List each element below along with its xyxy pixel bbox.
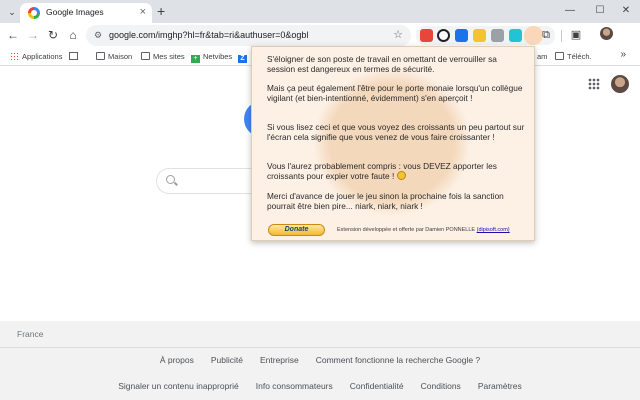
home-button[interactable]: ⌂ bbox=[65, 27, 81, 43]
footer-links-secondary: Signaler un contenu inapproprié Info con… bbox=[0, 381, 640, 391]
grid-icon bbox=[69, 52, 78, 60]
extension-cyan-icon[interactable] bbox=[509, 29, 522, 42]
popup-credit: Extension développée et offerte par Dami… bbox=[337, 227, 510, 233]
page-footer: France À propos Publicité Entreprise Com… bbox=[0, 321, 640, 400]
footer-divider bbox=[0, 347, 640, 348]
apps-icon bbox=[10, 52, 19, 60]
footer-link-advertising[interactable]: Publicité bbox=[211, 355, 243, 365]
back-button[interactable]: ← bbox=[5, 27, 21, 43]
extension-yellow-icon[interactable] bbox=[473, 29, 486, 42]
bookmark-grid[interactable] bbox=[69, 50, 81, 63]
popup-paragraph-5: Merci d'avance de jouer le jeu sinon la … bbox=[267, 191, 504, 211]
tab-search-button[interactable]: ⌄ bbox=[4, 4, 20, 20]
extension-blue-icon[interactable] bbox=[455, 29, 468, 42]
popup-paragraph-1: S'éloigner de son poste de travail en om… bbox=[267, 54, 497, 74]
google-apps-icon[interactable] bbox=[588, 78, 600, 90]
site-settings-icon[interactable]: ⚙ bbox=[94, 29, 102, 42]
popup-paragraph-4: Vous l'aurez probablement compris : vous… bbox=[267, 161, 497, 181]
footer-link-privacy[interactable]: Confidentialité bbox=[350, 381, 404, 391]
footer-link-terms[interactable]: Conditions bbox=[421, 381, 461, 391]
bookmark-z[interactable]: Z bbox=[238, 50, 250, 63]
croissant-extension-popup: S'éloigner de son poste de travail en om… bbox=[251, 46, 535, 241]
folder-icon bbox=[141, 52, 150, 60]
google-favicon-icon bbox=[28, 7, 40, 19]
donate-button[interactable]: Donate bbox=[268, 224, 325, 236]
maximize-button[interactable]: ☐ bbox=[586, 3, 614, 19]
minimize-button[interactable]: — bbox=[556, 3, 584, 19]
bookmarks-overflow-icon[interactable]: » bbox=[620, 49, 626, 60]
tab-google-images[interactable]: Google Images × bbox=[20, 3, 152, 23]
extension-arrow-icon[interactable] bbox=[491, 29, 504, 42]
url-text: google.com/imghp?hl=fr&tab=ri&authuser=0… bbox=[109, 30, 309, 40]
forward-button[interactable]: → bbox=[25, 27, 41, 43]
tab-close-icon[interactable]: × bbox=[140, 6, 146, 19]
extensions-menu-icon[interactable]: ⧉ bbox=[538, 27, 554, 43]
bookmark-am[interactable]: am bbox=[537, 50, 547, 63]
footer-link-business[interactable]: Entreprise bbox=[260, 355, 299, 365]
bookmark-mes-sites[interactable]: Mes sites bbox=[141, 50, 185, 63]
footer-country: France bbox=[17, 329, 44, 339]
footer-link-how-search-works[interactable]: Comment fonctionne la recherche Google ? bbox=[316, 355, 480, 365]
popup-paragraph-3: Si vous lisez ceci et que vous voyez des… bbox=[267, 122, 525, 142]
z-icon: Z bbox=[238, 55, 247, 63]
footer-links-primary: À propos Publicité Entreprise Comment fo… bbox=[0, 355, 640, 365]
tab-strip: ⌄ Google Images × + — ☐ ✕ bbox=[0, 0, 640, 23]
google-account-avatar[interactable] bbox=[611, 75, 629, 93]
profile-avatar[interactable] bbox=[600, 27, 613, 40]
reload-button[interactable]: ↻ bbox=[45, 27, 61, 43]
popup-paragraph-2: Mais ça peut également l'être pour le po… bbox=[267, 83, 523, 103]
screenshot-icon[interactable]: ▣ bbox=[568, 27, 584, 43]
footer-link-report[interactable]: Signaler un contenu inapproprié bbox=[118, 381, 239, 391]
smiley-emoji-icon bbox=[396, 171, 406, 180]
netvibes-icon: + bbox=[191, 55, 200, 63]
new-tab-button[interactable]: + bbox=[157, 3, 165, 19]
folder-icon bbox=[96, 52, 105, 60]
browser-toolbar: ← → ↻ ⌂ ⚙ google.com/imghp?hl=fr&tab=ri&… bbox=[0, 23, 640, 47]
bookmark-maison[interactable]: Maison bbox=[96, 50, 132, 63]
bookmark-applications[interactable]: Applications bbox=[10, 50, 62, 63]
extension-circle-icon[interactable] bbox=[437, 29, 450, 42]
search-icon bbox=[166, 175, 175, 184]
tab-title: Google Images bbox=[46, 7, 104, 17]
footer-link-consumer-info[interactable]: Info consommateurs bbox=[256, 381, 333, 391]
bookmark-star-icon[interactable]: ☆ bbox=[393, 28, 403, 42]
extensions-group bbox=[416, 26, 555, 45]
toolbar-separator bbox=[561, 30, 562, 42]
credit-link[interactable]: (dipisoft.com) bbox=[477, 227, 510, 233]
footer-link-settings[interactable]: Paramètres bbox=[478, 381, 522, 391]
bookmark-telech[interactable]: Téléch. bbox=[555, 50, 592, 63]
close-window-button[interactable]: ✕ bbox=[612, 3, 640, 19]
footer-link-about[interactable]: À propos bbox=[160, 355, 194, 365]
folder-icon bbox=[555, 52, 564, 60]
bookmark-netvibes[interactable]: + Netvibes bbox=[191, 50, 232, 63]
extension-red-icon[interactable] bbox=[420, 29, 433, 42]
address-bar[interactable]: ⚙ google.com/imghp?hl=fr&tab=ri&authuser… bbox=[86, 25, 411, 46]
